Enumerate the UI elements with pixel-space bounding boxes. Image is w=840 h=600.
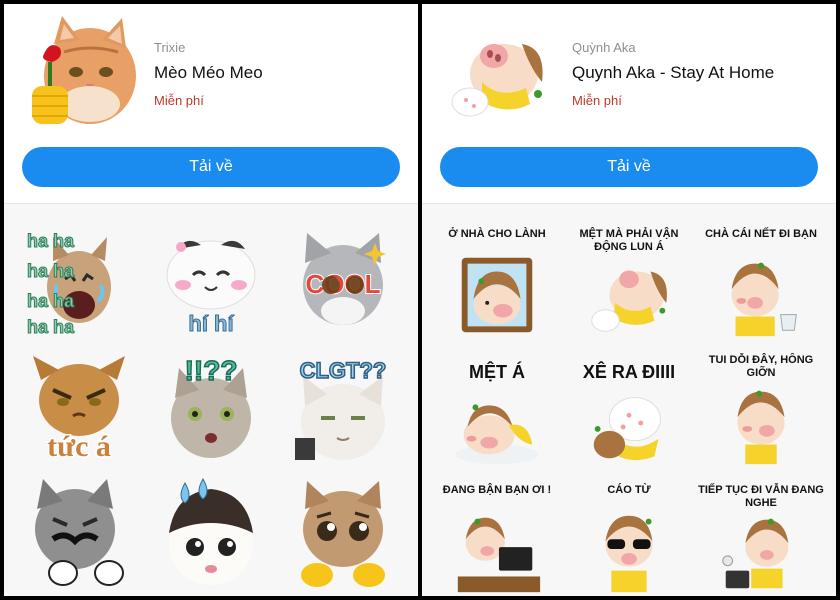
- sticker-cha-cai-net[interactable]: CHÀ CÁI NẾT ĐI BẠN: [698, 224, 824, 344]
- sticker-text: ha ha: [27, 317, 75, 337]
- sticker-caption: ĐANG BẬN BẠN ƠI !: [442, 484, 552, 496]
- pack-author: Trixie: [154, 40, 186, 55]
- pack-header: Trixie Mèo Méo Meo Miễn phí Tải về: [4, 4, 418, 204]
- sticker-text: ha ha: [27, 261, 75, 281]
- pack-thumbnail-pig: [451, 44, 543, 117]
- pack-author: Quỳnh Aka: [572, 40, 636, 55]
- sticker-caption: CÁO TỪ: [607, 484, 651, 496]
- sticker-text: ha ha: [27, 231, 75, 251]
- sticker-grid: Ở NHÀ CHO LÀNH MỆT MÀ PHẢI VẬN ĐỘNG LUN …: [422, 204, 836, 596]
- sticker-sweat-cat[interactable]: [148, 473, 274, 592]
- download-button[interactable]: Tải về: [440, 147, 818, 187]
- sticker-dang-ban[interactable]: ĐANG BẬN BẠN ƠI !: [434, 480, 560, 596]
- pack-header: Quỳnh Aka Quynh Aka - Stay At Home Miễn …: [422, 4, 836, 204]
- sticker-caption: CHÀ CÁI NẾT ĐI BẠN: [705, 228, 817, 240]
- sticker-tiep-tuc[interactable]: TIẾP TỤC ĐI VẪN ĐANG NGHE: [698, 480, 824, 596]
- sticker-text: COOL: [305, 269, 380, 299]
- sticker-text: ha ha: [27, 291, 75, 311]
- sticker-tuc-a-cat[interactable]: tức á: [16, 349, 142, 468]
- sticker-xe-ra[interactable]: XÊ RA ĐIIII: [566, 350, 692, 474]
- sticker-caption: XÊ RA ĐIIII: [582, 362, 676, 382]
- sticker-text: tức á: [47, 430, 111, 463]
- sticker-tui-doi-day[interactable]: TUI DỖI ĐÂY, HÔNG GIỠN: [698, 350, 824, 474]
- pack-title[interactable]: Quynh Aka - Stay At Home: [572, 63, 774, 83]
- pack-price: Miễn phí: [572, 93, 622, 108]
- sticker-cao-tu[interactable]: CÁO TỪ: [566, 480, 692, 596]
- sticker-text: CLGT??: [300, 358, 387, 383]
- sticker-text: hí hí: [188, 311, 234, 336]
- sticker-pack-quynh-aka: Quỳnh Aka Quynh Aka - Stay At Home Miễn …: [422, 4, 836, 596]
- sticker-text: !!??: [185, 355, 238, 386]
- sticker-pack-trixie: Trixie Mèo Méo Meo Miễn phí Tải về ha ha…: [4, 4, 418, 596]
- sticker-mustache-cat[interactable]: [16, 473, 142, 592]
- pack-thumbnail-cat: [32, 16, 136, 124]
- sticker-met-ma-phai[interactable]: MỆT MÀ PHẢI VẬN ĐỘNG LUN Á: [566, 224, 692, 344]
- pack-title[interactable]: Mèo Méo Meo: [154, 63, 263, 83]
- sticker-caption: TUI DỖI ĐÂY, HÔNG GIỠN: [708, 354, 814, 379]
- sticker-cool-cat[interactable]: COOL: [280, 224, 406, 343]
- sticker-caption: MỆT Á: [469, 362, 525, 382]
- download-button[interactable]: Tải về: [22, 147, 400, 187]
- sticker-hihi-cat[interactable]: hí hí: [148, 224, 274, 343]
- pack-meta: Trixie Mèo Méo Meo Miễn phí: [154, 40, 263, 108]
- sticker-clgt-cat[interactable]: CLGT??: [280, 349, 406, 468]
- sticker-caption: TIẾP TỤC ĐI VẪN ĐANG NGHE: [698, 484, 824, 509]
- pack-meta: Quỳnh Aka Quynh Aka - Stay At Home Miễn …: [572, 40, 774, 108]
- sticker-question-cat[interactable]: !!??: [148, 349, 274, 468]
- sticker-haha-cat[interactable]: ha ha ha ha ha ha ha ha: [16, 224, 142, 343]
- sticker-pleading-cat[interactable]: [280, 473, 406, 592]
- sticker-grid: ha ha ha ha ha ha ha ha hí hí COOL tức á…: [4, 204, 418, 596]
- sticker-met-a[interactable]: MỆT Á: [434, 350, 560, 474]
- pack-price: Miễn phí: [154, 93, 204, 108]
- sticker-caption: Ở NHÀ CHO LÀNH: [448, 228, 546, 240]
- sticker-caption: MỆT MÀ PHẢI VẬN ĐỘNG LUN Á: [579, 228, 679, 253]
- sticker-o-nha[interactable]: Ở NHÀ CHO LÀNH: [434, 224, 560, 344]
